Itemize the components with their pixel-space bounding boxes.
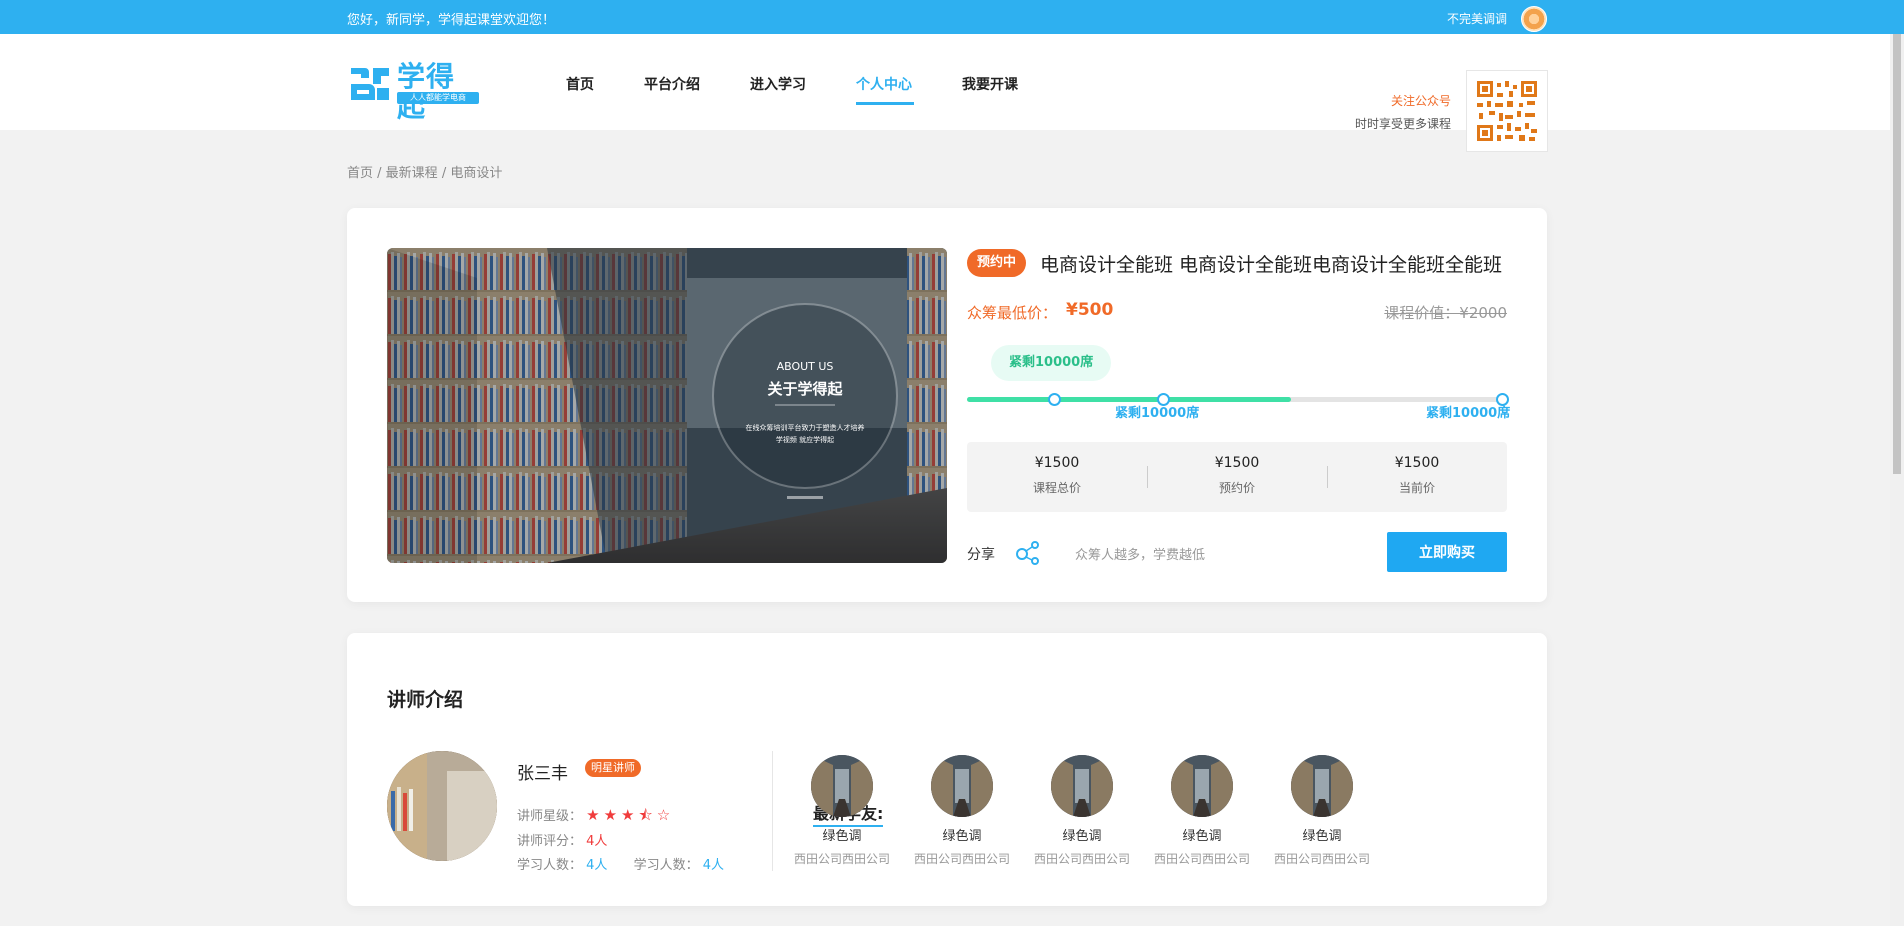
classmate-item[interactable]: 绿色调西田公司西田公司 [1027, 755, 1137, 867]
hero-about-cn: 关于学得起 [767, 380, 843, 398]
price-value: ¥1500 [1214, 455, 1260, 471]
classmate-item[interactable]: 绿色调西田公司西田公司 [1147, 755, 1257, 867]
share-row: 分享 众筹人越多，学费越低 立即购买 [967, 532, 1507, 572]
classmate-company: 西田公司西田公司 [793, 852, 890, 866]
qr-code [1466, 70, 1548, 152]
price-breakdown: ¥1500 课程总价 ¥1500 预约价 ¥1500 当前价 [967, 442, 1507, 512]
rating-label: 讲师星级： [517, 809, 583, 824]
learners-label: 学习人数： [517, 858, 583, 873]
classmate-company: 西田公司西田公司 [1033, 852, 1130, 866]
hero-about-en: ABOUT US [777, 360, 834, 373]
original-price: 课程价值：¥2000 [1384, 304, 1507, 322]
teacher-card: 讲师介绍 张三丰 明星讲师 讲师星级： ★★★⯪☆ 讲师评分： 4人 学习人数：… [347, 633, 1547, 906]
classmate-avatar [1291, 755, 1353, 817]
nav-item-learning[interactable]: 进入学习 [750, 74, 806, 94]
teacher-name: 张三丰 [517, 764, 568, 784]
breadcrumb-latest-courses[interactable]: 最新课程 [386, 166, 438, 181]
price-cell: ¥1500 课程总价 [967, 442, 1147, 512]
logo-slogan: 人人都能学电商 [397, 92, 479, 104]
price-label: 预约价 [1218, 481, 1255, 495]
share-icon[interactable] [1015, 540, 1041, 566]
classmate-item[interactable]: 绿色调西田公司西田公司 [1267, 755, 1377, 867]
classmate-name: 绿色调 [1062, 829, 1102, 844]
share-label: 分享 [967, 547, 995, 563]
seats-bubble: 紧剩10000席 [991, 345, 1112, 381]
welcome-text: 您好，新同学，学得起课堂欢迎您！ [347, 13, 556, 28]
teacher-score-row: 讲师评分： 4人 [517, 830, 607, 849]
price-label: 课程总价 [1032, 481, 1081, 495]
teacher-photo [387, 751, 497, 861]
breadcrumb-separator: / [377, 166, 386, 181]
price-value: ¥1500 [1034, 455, 1080, 471]
classmate-name: 绿色调 [1182, 829, 1222, 844]
follow-title: 关注公众号 [1390, 94, 1451, 108]
teacher-rating-row: 讲师星级： ★★★⯪☆ [517, 805, 674, 830]
classmate-company: 西田公司西田公司 [913, 852, 1010, 866]
course-title: 电商设计全能班 电商设计全能班电商设计全能班全能班 [1040, 254, 1503, 276]
progress-node [1048, 393, 1061, 406]
price-label: 当前价 [1398, 481, 1435, 495]
rating-stars-icon: ★★★⯪☆ [586, 806, 675, 824]
crowdfund-tip: 众筹人越多，学费越低 [1075, 548, 1206, 563]
classmate-avatar [1051, 755, 1113, 817]
classmate-item[interactable]: 绿色调西田公司西田公司 [907, 755, 1017, 867]
library-photo: ABOUT US 关于学得起 在线众筹培训平台致力于塑造人才培养 学视频 就应学… [387, 248, 947, 563]
header: 学得起 人人都能学电商 首页 平台介绍 进入学习 个人中心 我要开课 关注公众号… [0, 34, 1904, 152]
nav-item-open-course[interactable]: 我要开课 [962, 74, 1018, 94]
score-label: 讲师评分： [517, 834, 583, 849]
classmate-name: 绿色调 [822, 829, 862, 844]
learners-value: 4人 [702, 858, 725, 873]
teacher-badge: 明星讲师 [585, 759, 641, 777]
follow-subtitle: 时时享受更多课程 [1354, 117, 1451, 131]
breadcrumb-home[interactable]: 首页 [347, 166, 373, 181]
progress-step-label: 紧剩10000席 [1115, 406, 1200, 421]
section-title: 讲师介绍 [387, 689, 464, 711]
price-cell: ¥1500 当前价 [1327, 442, 1507, 512]
course-card: ABOUT US 关于学得起 在线众筹培训平台致力于塑造人才培养 学视频 就应学… [347, 208, 1547, 602]
buy-now-button[interactable]: 立即购买 [1387, 532, 1507, 572]
page-scrollbar[interactable] [1890, 34, 1904, 926]
learners-value: 4人 [586, 858, 608, 873]
classmate-avatar [1171, 755, 1233, 817]
learners-label: 学习人数： [633, 858, 699, 873]
nav-active-indicator [856, 102, 914, 105]
hero-desc-1: 在线众筹培训平台致力于塑造人才培养 [746, 423, 865, 432]
status-badge: 预约中 [967, 249, 1027, 277]
nav-item-personal-center[interactable]: 个人中心 [856, 74, 912, 94]
nav-item-home[interactable]: 首页 [566, 74, 594, 94]
classmate-company: 西田公司西田公司 [1153, 852, 1250, 866]
qr-code-icon [1475, 79, 1539, 143]
classmate-avatar [811, 755, 873, 817]
course-cover-image: ABOUT US 关于学得起 在线众筹培训平台致力于塑造人才培养 学视频 就应学… [387, 248, 947, 563]
min-price-label: 众筹最低价： [967, 304, 1058, 322]
teacher-learners-row: 学习人数： 4人 学习人数： 4人 [517, 854, 724, 873]
divider [772, 751, 773, 871]
logo[interactable]: 学得起 人人都能学电商 [347, 62, 481, 122]
score-value: 4人 [586, 834, 608, 849]
breadcrumb-current: 电商设计 [450, 166, 503, 181]
course-title-row: 预约中 电商设计全能班 电商设计全能班电商设计全能班全能班 [967, 248, 1507, 280]
classmate-item[interactable]: 绿色调西田公司西田公司 [787, 755, 897, 867]
breadcrumb: 首页 / 最新课程 / 电商设计 [347, 162, 502, 181]
classmate-company: 西田公司西田公司 [1273, 852, 1370, 866]
price-cell: ¥1500 预约价 [1147, 442, 1327, 512]
follow-wechat: 关注公众号 时时享受更多课程 [1353, 92, 1451, 132]
hero-desc-2: 学视频 就应学得起 [776, 435, 834, 444]
scrollbar-thumb[interactable] [1893, 34, 1901, 474]
price-value: ¥1500 [1394, 455, 1440, 471]
min-price-value: ¥500 [1066, 300, 1114, 320]
classmate-name: 绿色调 [1302, 829, 1342, 844]
logo-mark-icon [351, 68, 389, 100]
progress-step-label: 紧剩10000席 [1426, 406, 1511, 421]
classmate-avatar [931, 755, 993, 817]
teacher-avatar [387, 751, 497, 861]
user-link[interactable]: 不完美调调 [1447, 10, 1507, 27]
user-avatar[interactable] [1521, 6, 1547, 32]
top-bar: 您好，新同学，学得起课堂欢迎您！ 不完美调调 [0, 0, 1904, 34]
classmate-name: 绿色调 [942, 829, 982, 844]
nav-item-platform[interactable]: 平台介绍 [644, 74, 700, 94]
